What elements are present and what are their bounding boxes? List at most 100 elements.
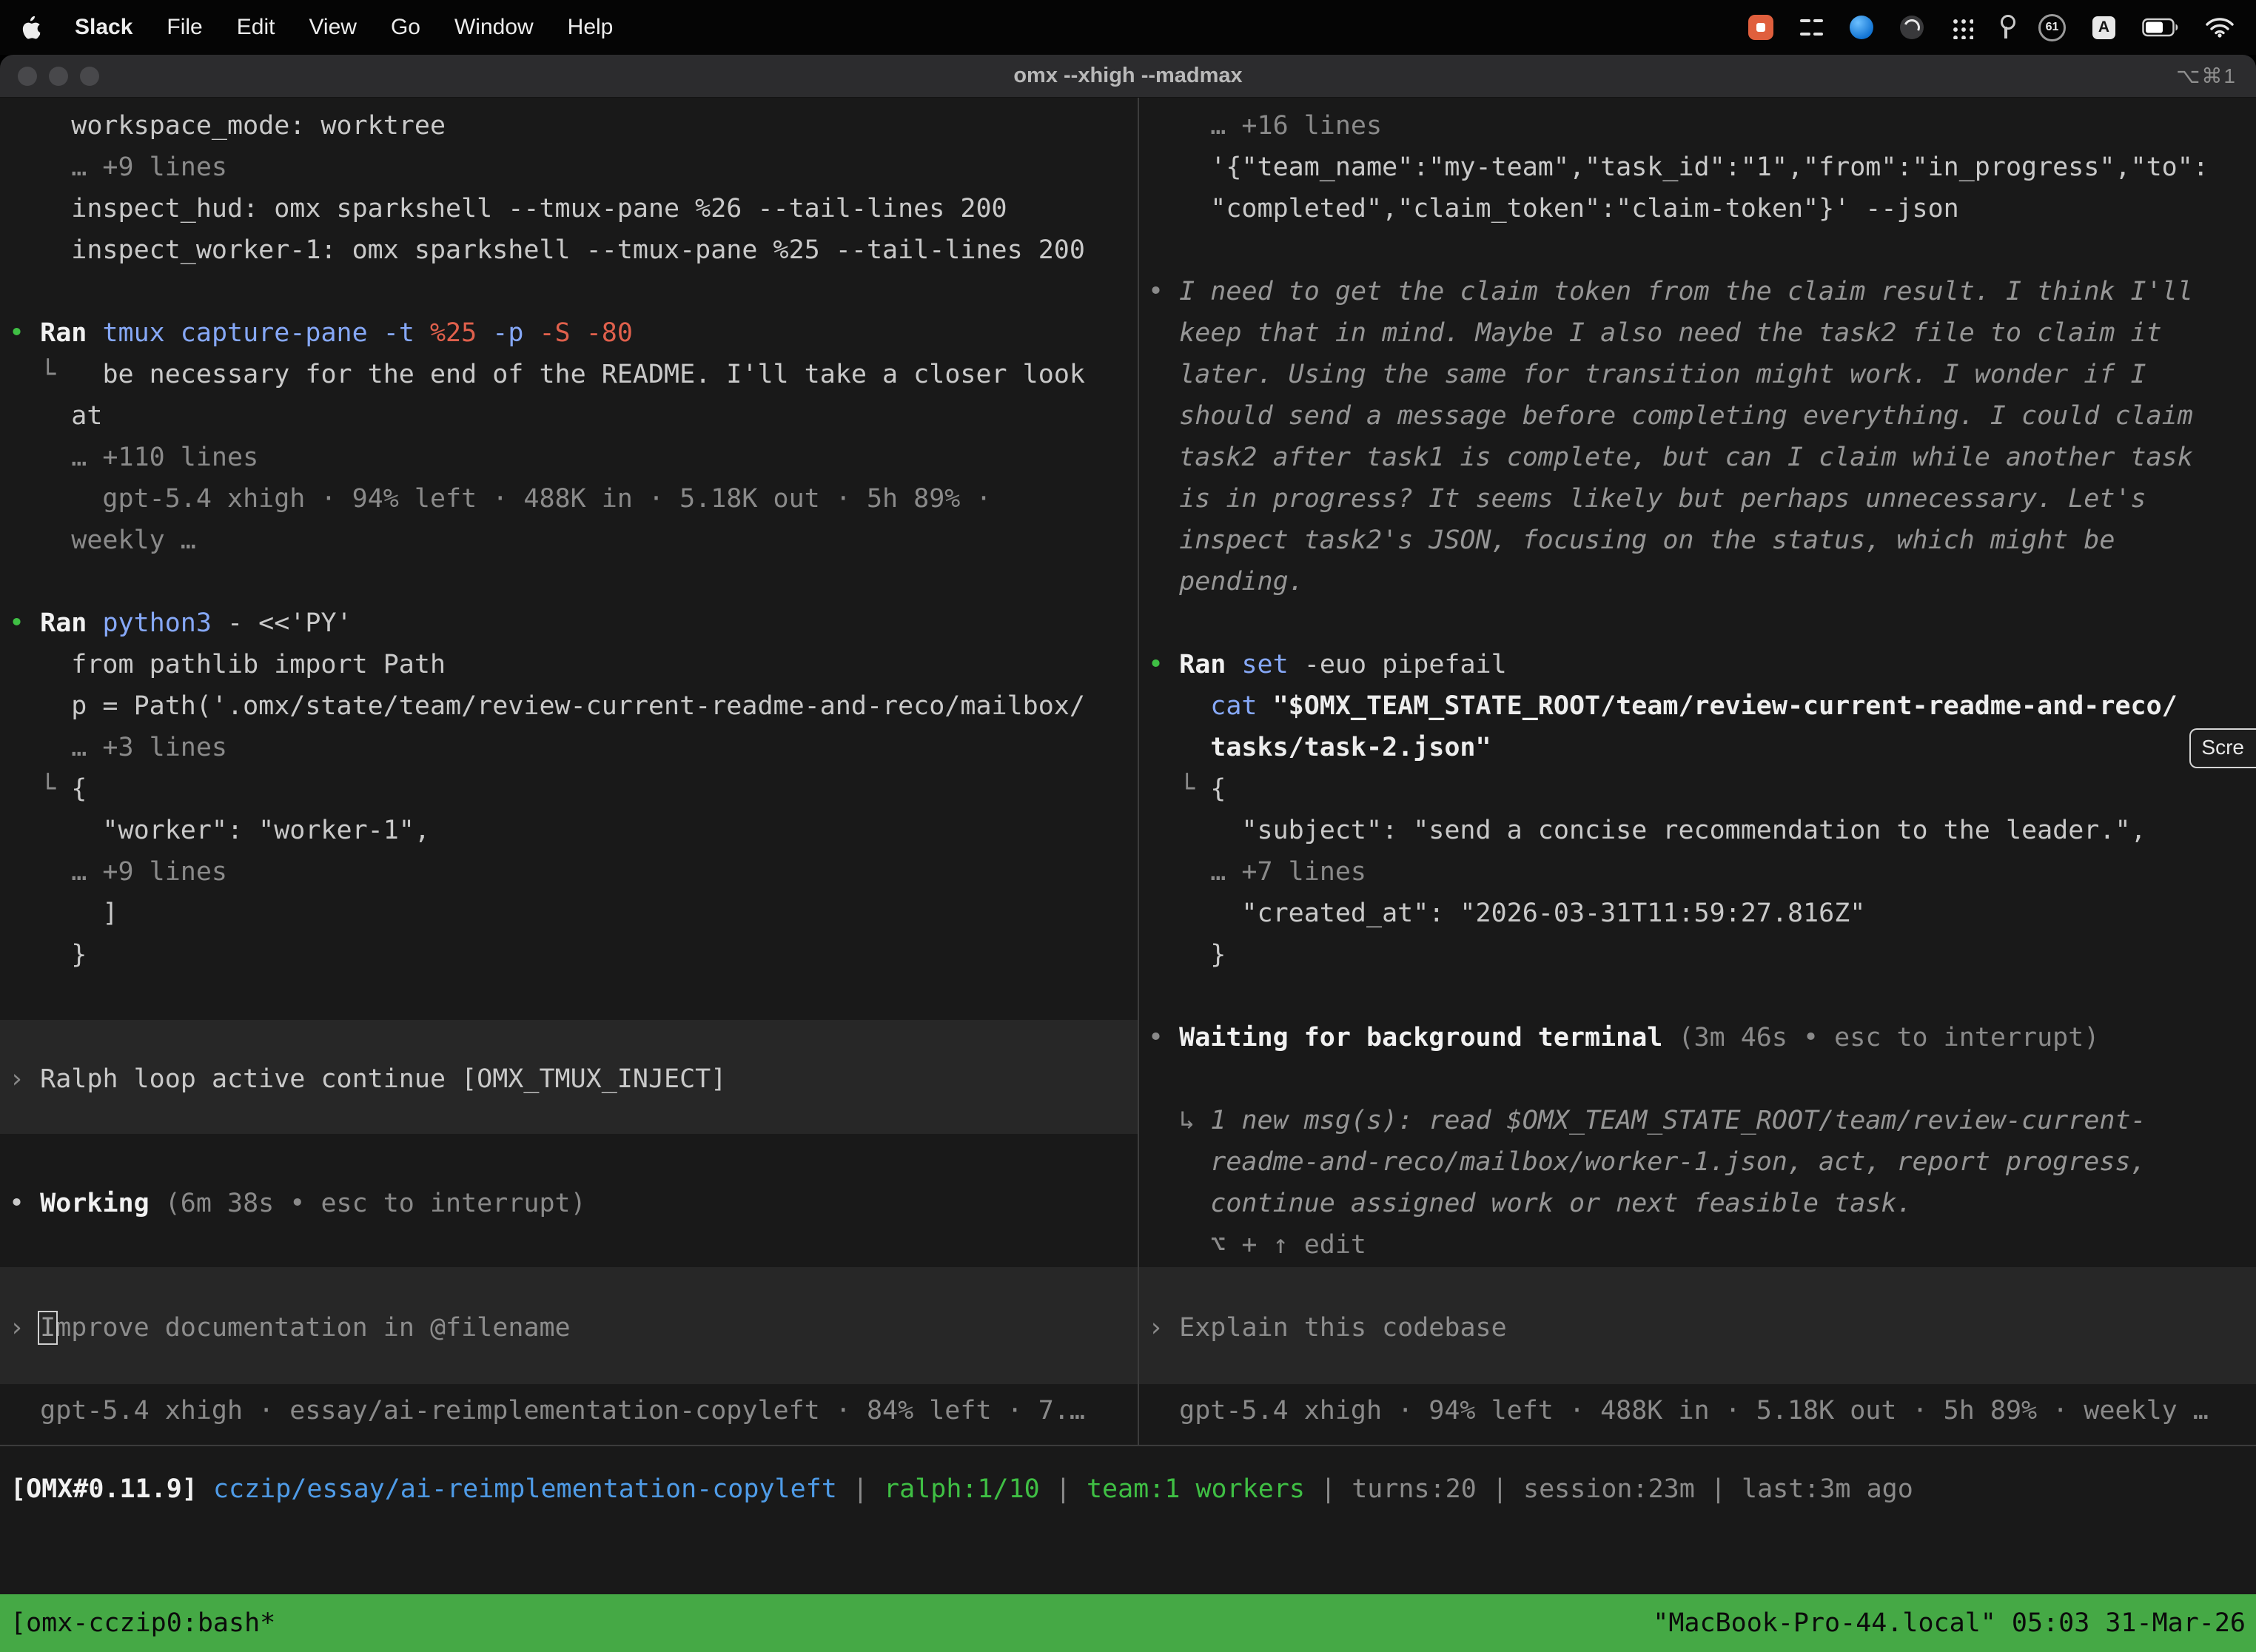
minimize-button[interactable] <box>49 67 68 86</box>
terminal-line: • Waiting for background terminal (3m 46… <box>1148 1017 2256 1058</box>
terminal-line: … +9 lines <box>9 147 1138 188</box>
terminal-line: at <box>9 395 1138 437</box>
text-segment: └ <box>9 360 102 389</box>
battery-icon[interactable] <box>2142 18 2179 37</box>
status-segment: team:1 workers <box>1087 1474 1305 1504</box>
input-source-icon[interactable]: A <box>2092 16 2115 39</box>
text-segment: at <box>9 401 102 431</box>
text-segment: › <box>9 1313 40 1343</box>
terminal-line: gpt-5.4 xhigh · 94% left · 488K in · 5.1… <box>9 478 1138 520</box>
text-segment: python3 <box>102 608 212 638</box>
terminal-line: └ be necessary for the end of the README… <box>9 354 1138 395</box>
terminal-line: … +3 lines <box>9 727 1138 768</box>
text-segment: from pathlib import Path <box>9 650 446 679</box>
text-segment: continue assigned work or next feasible … <box>1148 1189 1913 1218</box>
text-segment: mprove documentation in @filename <box>56 1313 570 1343</box>
terminal-line: tasks/task-2.json" <box>1148 727 2256 768</box>
key-icon[interactable] <box>2000 15 2012 40</box>
text-segment: later. Using the same for transition mig… <box>1148 360 2146 389</box>
terminal-line: later. Using the same for transition mig… <box>1148 354 2256 395</box>
terminal-line: } <box>9 934 1138 976</box>
status-segment: ralph:1/10 <box>884 1474 1040 1504</box>
terminal-line: from pathlib import Path <box>9 644 1138 685</box>
text-segment: readme-and-reco/mailbox/worker-1.json, a… <box>1148 1147 2146 1177</box>
menu-window[interactable]: Window <box>454 15 534 40</box>
text-segment: gpt-5.4 xhigh · 94% left · 488K in · 5.1… <box>9 484 992 514</box>
text-segment: Ran <box>1179 650 1241 679</box>
dark-app-icon[interactable] <box>1900 16 1924 39</box>
status-separator <box>0 1445 2256 1446</box>
text-segment: is in progress? It seems likely but perh… <box>1148 484 2146 514</box>
tmux-host-time: "MacBook-Pro-44.local" 05:03 31-Mar-26 <box>1653 1608 2246 1638</box>
text-segment: "$OMX_TEAM_STATE_ROOT/team/review-curren… <box>1273 691 2178 721</box>
text-segment: • <box>9 1189 40 1218</box>
terminal-line: inspect_worker-1: omx sparkshell --tmux-… <box>9 229 1138 271</box>
menu-help[interactable]: Help <box>568 15 614 40</box>
text-segment: gpt-5.4 xhigh · 94% left · 488K in · 5.1… <box>1148 1396 2209 1426</box>
text-segment: └ <box>9 774 71 804</box>
text-segment: "worker": "worker-1", <box>9 816 430 845</box>
terminal-line: • Working (6m 38s • esc to interrupt) <box>9 1183 1138 1224</box>
text-segment: should send a message before completing … <box>1148 401 2193 431</box>
text-segment: - <<'PY' <box>212 608 352 638</box>
text-segment: Ran <box>40 608 102 638</box>
window-title: omx --xhigh --madmax <box>0 64 2256 88</box>
text-segment: ↳ <box>1148 1106 1210 1135</box>
terminal-line: … +9 lines <box>9 851 1138 893</box>
text-segment: tmux capture-pane -t <box>102 318 430 348</box>
terminal-line: readme-and-reco/mailbox/worker-1.json, a… <box>1148 1141 2256 1183</box>
text-segment: └ <box>1148 774 1210 804</box>
text-segment: task2 after task1 is complete, but can I… <box>1148 443 2193 472</box>
menu-go[interactable]: Go <box>391 15 420 40</box>
status-segment: | <box>1040 1474 1087 1504</box>
wifi-icon[interactable] <box>2206 17 2234 38</box>
zoom-button[interactable] <box>80 67 99 86</box>
apple-menu-icon[interactable] <box>22 16 41 39</box>
terminal-line: ] <box>9 893 1138 934</box>
terminal-line: "created_at": "2026-03-31T11:59:27.816Z" <box>1148 893 2256 934</box>
terminal-line: keep that in mind. Maybe I also need the… <box>1148 312 2256 354</box>
terminal-line: › Explain this codebase <box>1148 1307 2256 1349</box>
menu-slack[interactable]: Slack <box>75 15 132 40</box>
app-grid-icon[interactable] <box>1950 16 1973 39</box>
menu-file[interactable]: File <box>167 15 202 40</box>
terminal-line: "subject": "send a concise recommendatio… <box>1148 810 2256 851</box>
text-segment: %25 <box>430 318 477 348</box>
text-segment: { <box>1210 774 1226 804</box>
terminal-line: inspect task2's JSON, focusing on the st… <box>1148 520 2256 561</box>
text-segment: "completed","claim_token":"claim-token"}… <box>1148 194 1959 224</box>
terminal-line: workspace_mode: worktree <box>9 105 1138 147</box>
terminal-line: • Ran python3 - <<'PY' <box>9 602 1138 644</box>
text-segment: › <box>9 1064 40 1094</box>
text-segment: • <box>9 608 40 638</box>
terminal-line: cat "$OMX_TEAM_STATE_ROOT/team/review-cu… <box>1148 685 2256 727</box>
menu-edit[interactable]: Edit <box>237 15 275 40</box>
window-titlebar[interactable]: omx --xhigh --madmax ⌥⌘1 <box>0 55 2256 98</box>
text-segment: { <box>71 774 87 804</box>
terminal-line: "completed","claim_token":"claim-token"}… <box>1148 188 2256 229</box>
terminal-line: is in progress? It seems likely but perh… <box>1148 478 2256 520</box>
text-segment: … +110 lines <box>9 443 258 472</box>
window-layout-icon[interactable] <box>1800 16 1823 39</box>
tooltip-text: Scre <box>2201 736 2244 759</box>
screen-recording-icon[interactable] <box>1748 15 1773 40</box>
pane-right[interactable]: … +16 lines '{"team_name":"my-team","tas… <box>1139 98 2256 1445</box>
text-segment: keep that in mind. Maybe I also need the… <box>1148 318 2162 348</box>
close-button[interactable] <box>18 67 37 86</box>
terminal-line: should send a message before completing … <box>1148 395 2256 437</box>
battery-percent-badge[interactable]: 61 <box>2038 14 2066 41</box>
terminal-window: omx --xhigh --madmax ⌥⌘1 workspace_mode:… <box>0 55 2256 1652</box>
text-cursor: I <box>40 1313 56 1343</box>
terminal-line: ↳ 1 new msg(s): read $OMX_TEAM_STATE_ROO… <box>1148 1100 2256 1141</box>
pane-left[interactable]: workspace_mode: worktree … +9 lines insp… <box>0 98 1138 1445</box>
text-segment: } <box>1148 940 1226 970</box>
text-segment: Ralph loop active continue [OMX_TMUX_INJ… <box>40 1064 726 1094</box>
blue-app-icon[interactable] <box>1850 16 1873 39</box>
terminal-line: p = Path('.omx/state/team/review-current… <box>9 685 1138 727</box>
terminal-line: ⌥ + ↑ edit <box>1148 1224 2256 1266</box>
text-segment: (3m 46s • esc to interrupt) <box>1678 1023 2099 1052</box>
text-segment: • <box>1148 650 1179 679</box>
menu-view[interactable]: View <box>309 15 356 40</box>
text-segment: weekly … <box>9 526 196 555</box>
text-segment: • <box>1148 277 1179 306</box>
